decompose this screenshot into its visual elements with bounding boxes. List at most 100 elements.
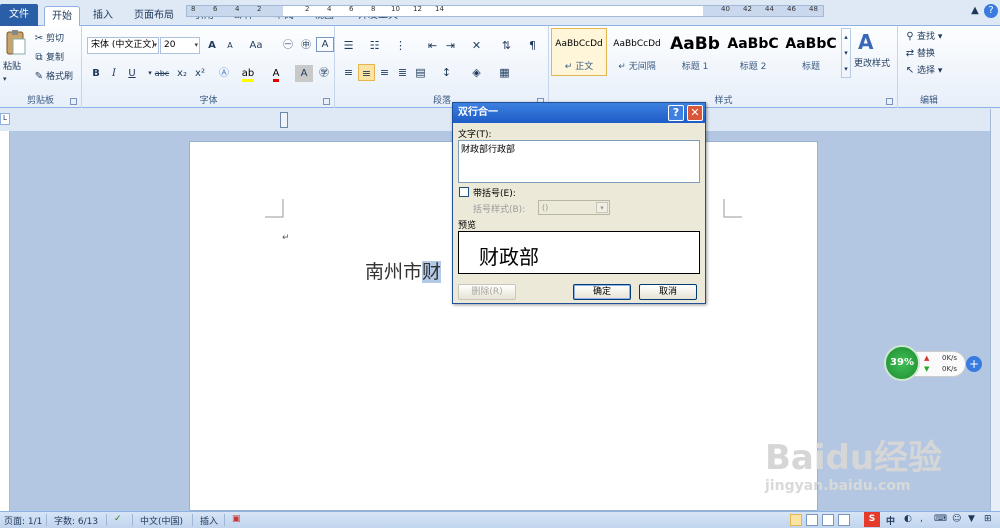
borders-icon[interactable]: ▦ [496,64,513,81]
change-case-button[interactable]: Aa [245,37,267,54]
vertical-ruler[interactable] [0,131,10,511]
char-border-icon[interactable]: A [316,37,334,52]
proofing-icon[interactable]: ✓ [114,514,122,524]
dialog-title: 双行合一 [458,107,498,118]
sogou-ime-icon[interactable]: S [864,512,880,527]
network-speed-widget[interactable]: 39% ▲ ▼ 0K/s 0K/s + [884,345,984,383]
text-effects-icon[interactable]: Ⓐ [215,65,233,82]
styles-dialog-launcher[interactable] [886,98,893,105]
line-spacing-icon[interactable]: ↕ [438,64,455,81]
align-center-icon[interactable]: ≡ [358,64,375,81]
font-dialog-launcher[interactable] [323,98,330,105]
ok-button[interactable]: 确定 [573,284,631,300]
change-styles-icon[interactable]: A [858,30,880,54]
style-no-spacing[interactable]: AaBbCcDd ↵ 无间隔 [609,28,665,76]
grow-font-button[interactable]: A [203,37,221,54]
copy-button[interactable]: ⧉ 复制 [32,50,64,66]
language-indicator[interactable]: 中文(中国) [140,514,183,527]
ime-mode[interactable]: 中 [886,514,895,527]
shrink-font-button[interactable]: A [221,37,239,54]
style-gallery-scroll[interactable]: ▴ ▾ ▾ [841,28,851,78]
decrease-indent-icon[interactable]: ⇤ [424,37,441,54]
distributed-icon[interactable]: ▤ [412,64,429,81]
dialog-close-icon[interactable]: ✕ [687,105,703,121]
chinese-layout-icon[interactable]: ✕ [468,37,485,54]
bold-button[interactable]: B [87,65,105,82]
paste-dropdown-icon[interactable]: ▾ [3,71,7,87]
plus-icon[interactable]: + [966,356,982,372]
cut-button[interactable]: ✂ 剪切 [32,31,64,47]
delete-button[interactable]: 删除(R) [458,284,516,300]
tab-insert[interactable]: 插入 [86,6,120,26]
shirt-icon[interactable]: ▼ [968,514,975,524]
keyboard-icon[interactable]: ⌨ [934,514,947,524]
font-size-select[interactable]: 20 ▾ [160,37,200,54]
tab-selector[interactable]: L [0,113,10,125]
chevron-down-icon: ▾ [153,41,157,49]
full-screen-view-button[interactable] [806,514,818,526]
vertical-scrollbar[interactable] [990,109,1000,511]
watermark: Baidu经验 jingyan.baidu.com [765,430,955,500]
enclose-characters-icon[interactable]: ㊫ [315,65,333,82]
style-title[interactable]: AaBbC 标题 [783,28,839,76]
bracket-checkbox-label: 带括号(E): [473,189,516,199]
find-button[interactable]: ⚲ 查找 ▾ [903,29,942,45]
minimize-ribbon-icon[interactable]: ▲ [968,4,982,18]
phonetic-guide-icon[interactable]: ㊀ [279,37,297,54]
format-painter-button[interactable]: ✎ 格式刷 [32,69,73,85]
superscript-button[interactable]: x² [191,65,209,82]
change-styles-button[interactable]: 更改样式 [854,56,890,72]
print-layout-view-button[interactable] [790,514,802,526]
strikethrough-button[interactable]: abc [151,65,173,82]
selected-text: 财 [422,261,442,283]
numbering-icon[interactable]: ☷ [366,37,383,54]
macro-record-icon[interactable]: ▣ [232,514,241,524]
bullets-icon[interactable]: ☰ [340,37,357,54]
insert-mode[interactable]: 插入 [200,514,218,527]
web-layout-view-button[interactable] [822,514,834,526]
comma-icon[interactable]: , [920,514,923,524]
increase-indent-icon[interactable]: ⇥ [442,37,459,54]
shading-icon[interactable]: ◈ [468,64,485,81]
indent-marker[interactable] [280,112,288,128]
text-input[interactable]: 财政部行政部 [458,140,700,183]
align-left-icon[interactable]: ≡ [340,64,357,81]
help-icon[interactable]: ? [984,4,998,18]
font-name-select[interactable]: 宋体 (中文正文) ▾ [87,37,159,54]
sort-icon[interactable]: ⇅ [498,37,515,54]
dialog-titlebar[interactable]: 双行合一 ? ✕ [453,103,705,123]
replace-button[interactable]: ⇄ 替换 [903,46,935,62]
document-text[interactable]: 南州市财 [365,257,442,284]
tab-home[interactable]: 开始 [44,6,80,27]
select-button[interactable]: ↖ 选择 ▾ [903,63,943,79]
italic-button[interactable]: I [105,65,123,82]
underline-button[interactable]: U [123,65,141,82]
style-heading-1[interactable]: AaBb 标题 1 [667,28,723,76]
page-count[interactable]: 页面: 1/1 [4,514,42,527]
outline-view-button[interactable] [838,514,850,526]
style-heading-2[interactable]: AaBbC 标题 2 [725,28,781,76]
tab-page-layout[interactable]: 页面布局 [128,6,180,26]
bracket-style-select[interactable]: () ▾ [538,200,610,215]
font-color-icon[interactable]: A [267,65,285,82]
dialog-help-icon[interactable]: ? [668,105,684,121]
cancel-button[interactable]: 取消 [639,284,697,300]
horizontal-ruler[interactable]: 8 6 4 2 2 4 6 8 10 12 14 40 42 44 46 48 [186,5,824,17]
tab-file[interactable]: 文件 [0,4,38,26]
paste-icon[interactable] [4,30,26,58]
highlight-color-icon[interactable]: ab [239,65,257,82]
justify-icon[interactable]: ≣ [394,64,411,81]
char-shading-icon[interactable]: A [295,65,313,82]
grid-icon[interactable]: ⊞ [984,514,992,524]
bracket-checkbox[interactable] [459,187,469,197]
subscript-button[interactable]: x₂ [173,65,191,82]
user-icon[interactable]: ☺ [952,514,961,524]
clipboard-dialog-launcher[interactable] [70,98,77,105]
enclose-char-icon[interactable]: ㊥ [297,37,315,54]
align-right-icon[interactable]: ≡ [376,64,393,81]
word-count[interactable]: 字数: 6/13 [54,514,98,527]
style-normal[interactable]: AaBbCcDd ↵ 正文 [551,28,607,76]
punctuation-icon[interactable]: ◐ [904,514,912,524]
show-marks-icon[interactable]: ¶ [524,37,541,54]
multilevel-list-icon[interactable]: ⋮ [392,37,409,54]
